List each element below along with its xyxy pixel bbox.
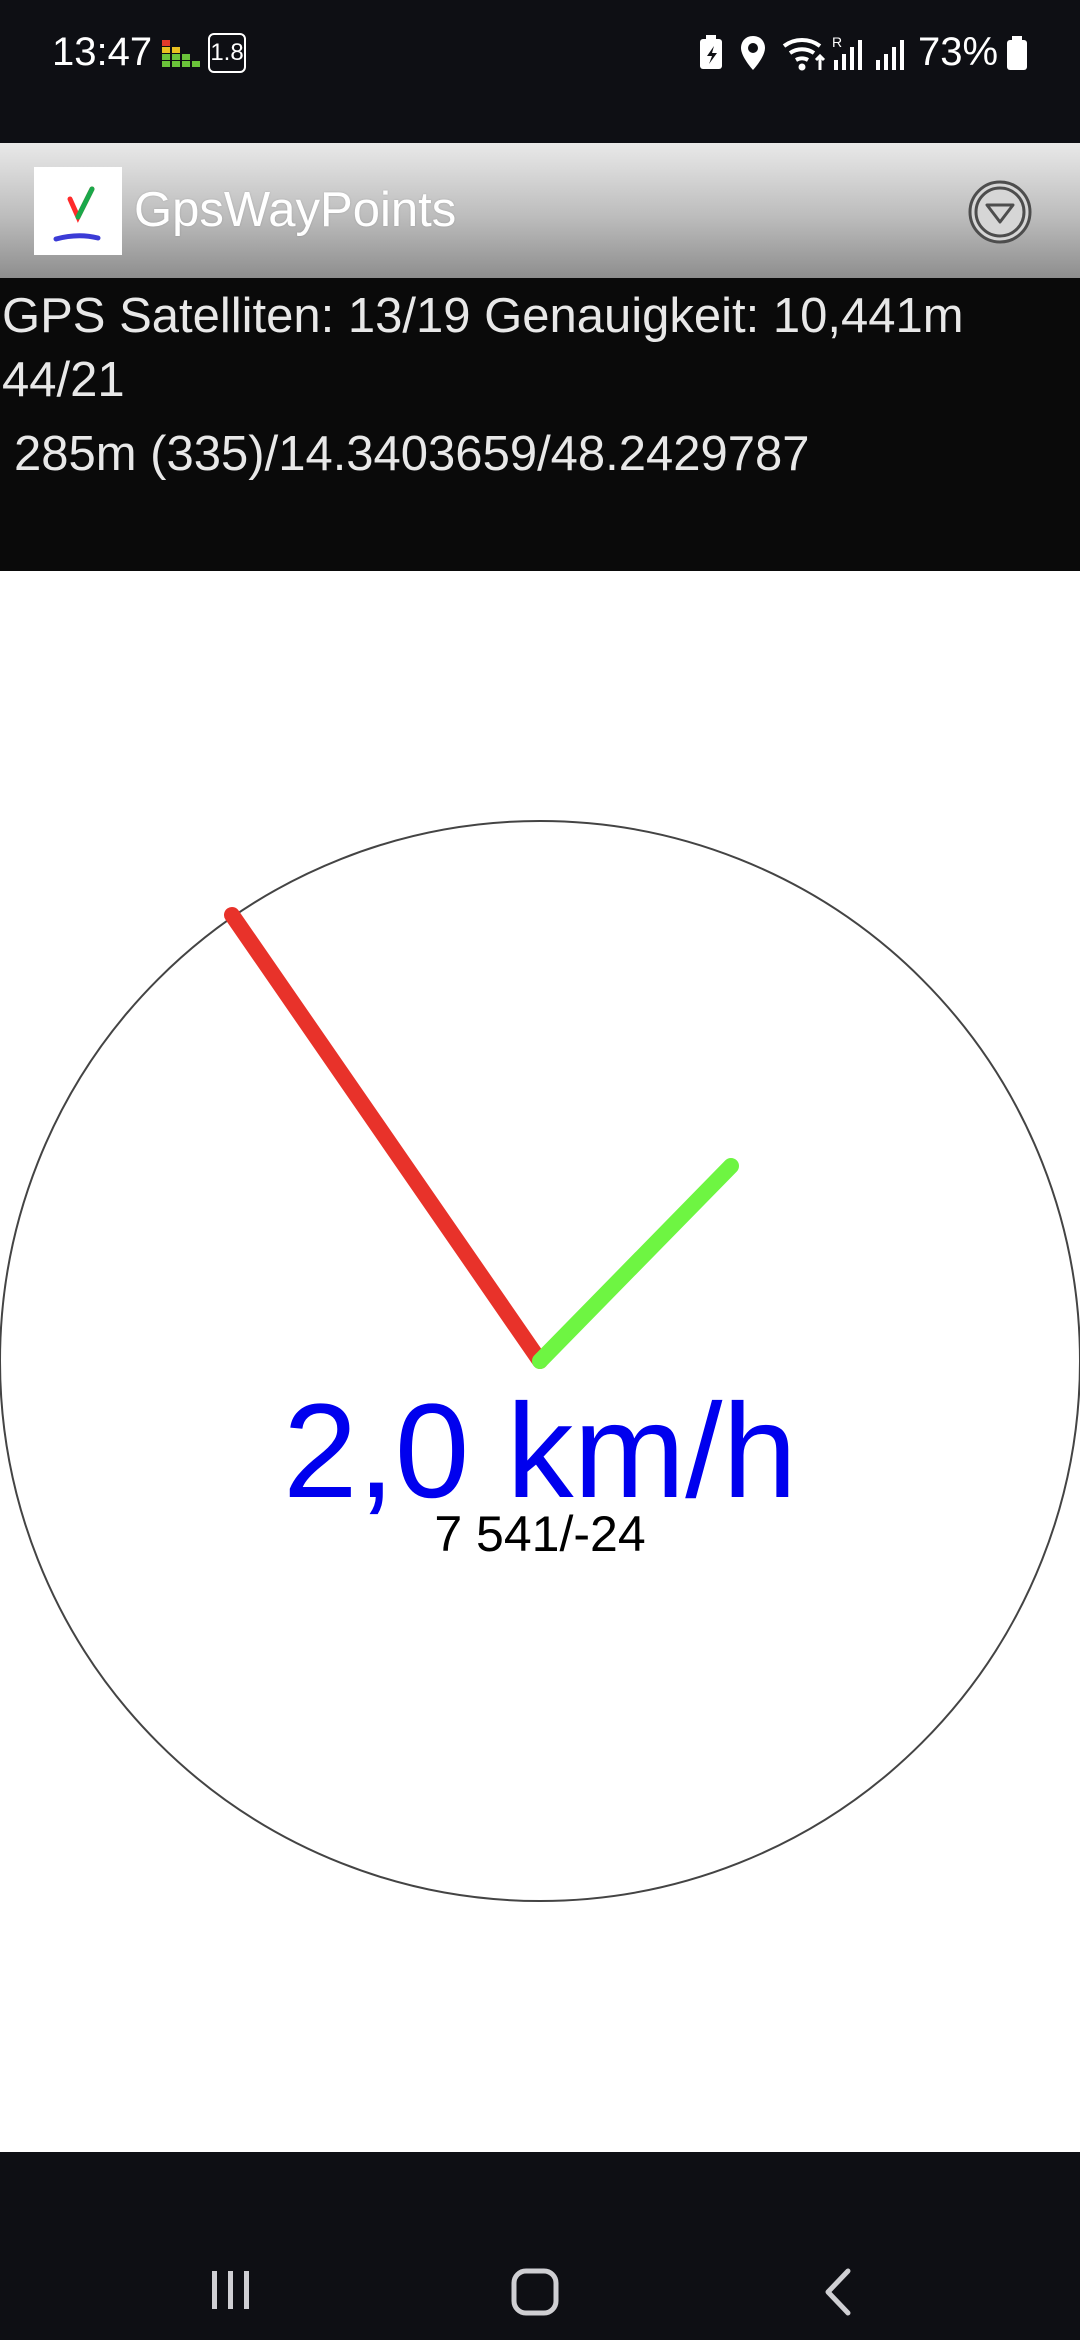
home-icon[interactable] <box>510 2267 560 2317</box>
battery-saver-icon <box>700 35 722 69</box>
direction-needle-red <box>224 907 548 1369</box>
equalizer-icon <box>162 40 200 67</box>
location-icon <box>741 36 765 70</box>
svg-text:R: R <box>832 34 842 50</box>
status-bar: 13:47 1.8 R 73% <box>0 0 1080 143</box>
speed-badge: 1.8 <box>208 33 246 73</box>
compass-view <box>0 820 1080 1902</box>
battery-icon <box>1007 36 1027 70</box>
heading-readout: 7 541/-24 <box>434 1506 646 1562</box>
gps-info-panel: GPS Satelliten: 13/19 Genauigkeit: 10,44… <box>0 278 1080 571</box>
status-time: 13:47 <box>52 30 153 74</box>
gps-satellites-accuracy: GPS Satelliten: 13/19 Genauigkeit: 10,44… <box>2 289 964 343</box>
app-bar: GpsWayPoints <box>0 143 1080 278</box>
battery-percent: 73% <box>918 30 999 74</box>
signal-icon <box>876 40 904 70</box>
dropdown-menu-button[interactable] <box>966 178 1034 246</box>
wifi-icon <box>782 38 826 71</box>
app-title: GpsWayPoints <box>134 183 457 237</box>
app-logo-icon <box>34 167 122 255</box>
direction-needle-green <box>532 1158 739 1369</box>
gps-position: 285m (335)/14.3403659/48.2429787 <box>14 427 810 481</box>
recent-apps-icon[interactable] <box>206 2267 256 2313</box>
gps-counts: 44/21 <box>2 353 125 407</box>
back-icon[interactable] <box>820 2267 856 2317</box>
signal-r-icon: R <box>832 34 862 70</box>
navigation-bar <box>0 2152 1080 2340</box>
